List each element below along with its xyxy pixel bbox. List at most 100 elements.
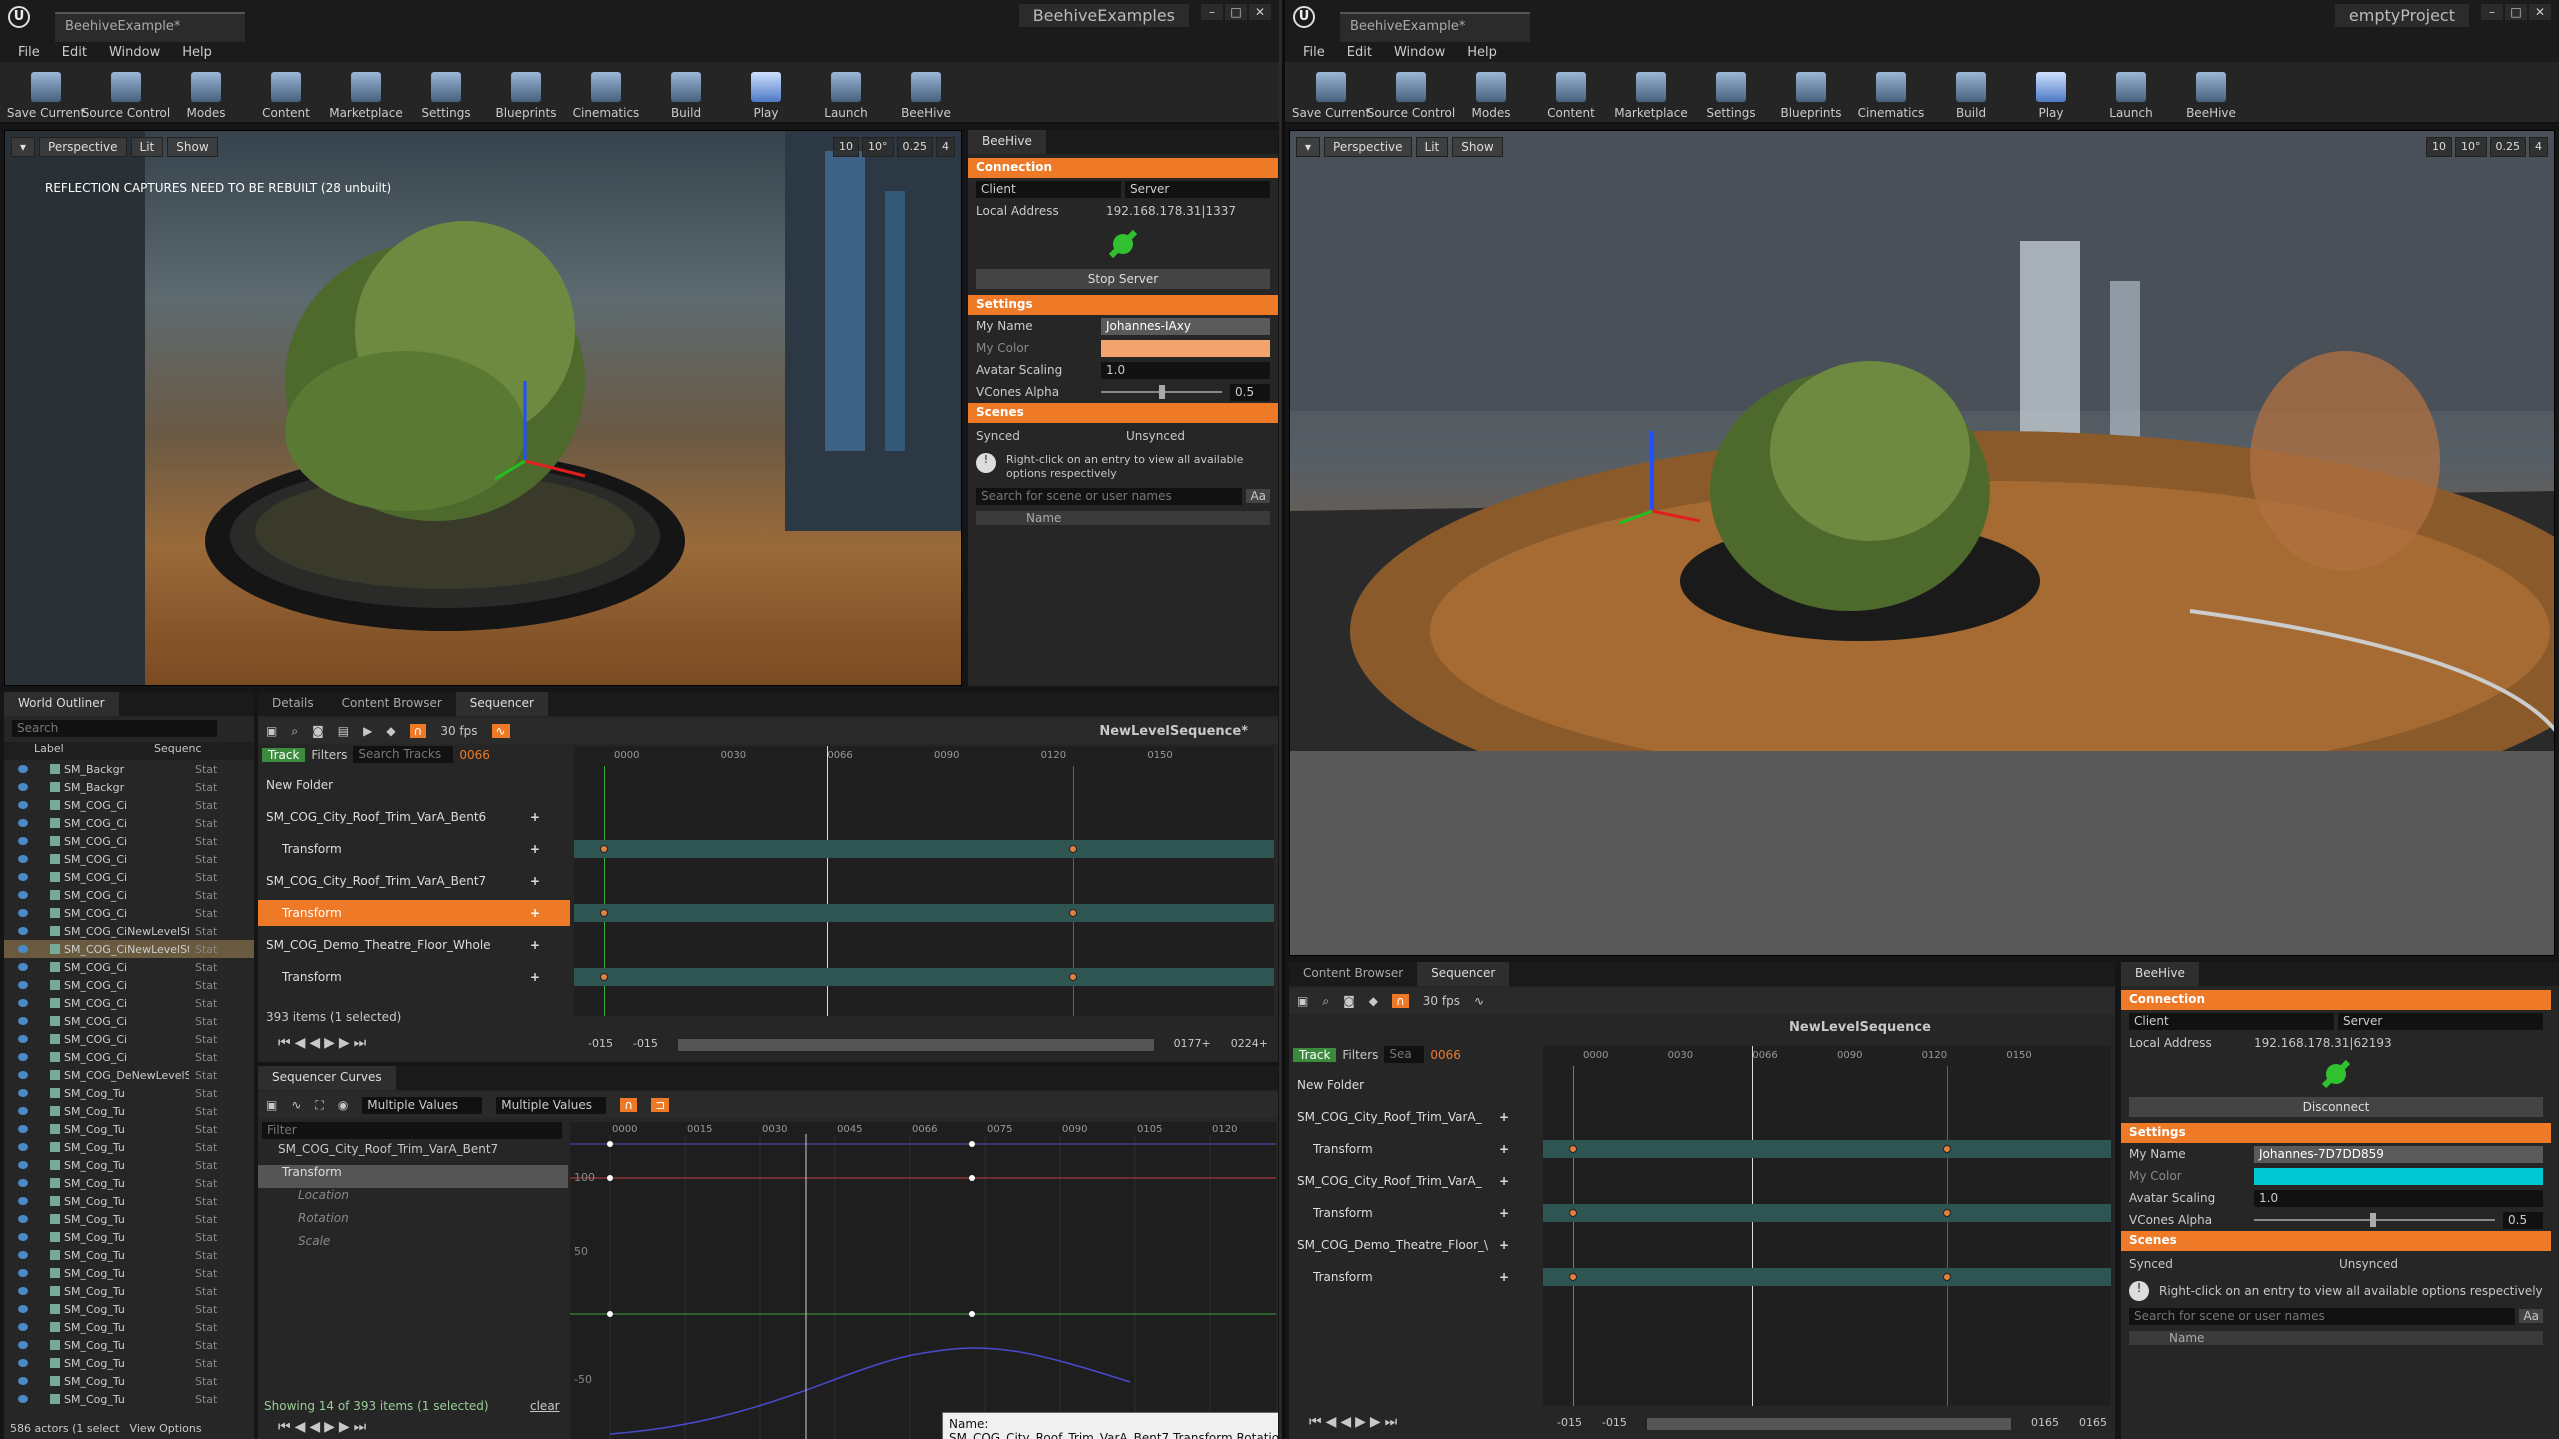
outliner-row[interactable]: SM_Cog_TuStat: [4, 1354, 254, 1372]
search-tracks-input[interactable]: Search Tracks: [353, 746, 454, 763]
disconnect-button[interactable]: Disconnect: [2129, 1097, 2543, 1117]
key-icon[interactable]: ◆: [1369, 994, 1378, 1008]
toolbar-button[interactable]: Source Control: [1367, 62, 1455, 124]
menu-file[interactable]: File: [18, 45, 40, 60]
transform-lane[interactable]: [1543, 1204, 2111, 1222]
visibility-eye-icon[interactable]: [18, 1197, 28, 1205]
toolbar-button[interactable]: Source Control: [82, 62, 170, 124]
track-row[interactable]: Transform +: [258, 900, 570, 926]
vcones-slider-handle[interactable]: [2369, 1213, 2376, 1227]
outliner-row[interactable]: SM_COG_Ci Stat: [4, 994, 254, 1012]
visibility-eye-icon[interactable]: [18, 981, 28, 989]
lit-button[interactable]: Lit: [130, 137, 164, 157]
track-row[interactable]: SM_COG_City_Roof_Trim_VarA_Bent7 +: [258, 868, 570, 894]
curve-transport-controls[interactable]: ⏮◀◀▶▶⏭: [278, 1419, 370, 1435]
toolbar-button[interactable]: Modes: [1451, 62, 1531, 124]
curve-tree-item[interactable]: Transform: [258, 1165, 568, 1188]
outliner-row[interactable]: SM_Cog_TuStat: [4, 1084, 254, 1102]
outliner-row[interactable]: SM_Backgr Stat: [4, 760, 254, 778]
visibility-eye-icon[interactable]: [18, 1395, 28, 1403]
tab-sequencer[interactable]: Sequencer: [1417, 962, 1510, 986]
track-row[interactable]: New Folder: [258, 772, 570, 798]
toolbar-button[interactable]: BeeHive: [886, 62, 966, 124]
menu-edit[interactable]: Edit: [62, 45, 87, 60]
perspective-button[interactable]: Perspective: [1324, 137, 1412, 157]
curve-graph[interactable]: 0000 0015 0030 0045 0066 0075 0090 0105 0120 100 5…: [570, 1122, 1278, 1439]
transform-lane[interactable]: [574, 904, 1274, 922]
outliner-row[interactable]: SM_COG_Ci Stat: [4, 958, 254, 976]
filters-button[interactable]: Filters: [1342, 1048, 1378, 1062]
visibility-eye-icon[interactable]: [18, 1377, 28, 1385]
outliner-row[interactable]: SM_COG_Ci Stat: [4, 850, 254, 868]
vcones-alpha-field[interactable]: 0.5: [2503, 1211, 2543, 1229]
curve-tree-item[interactable]: Scale: [258, 1234, 568, 1257]
server-field[interactable]: Server: [2338, 1012, 2543, 1030]
visibility-eye-icon[interactable]: [18, 765, 28, 773]
vcones-alpha-field[interactable]: 0.5: [1230, 383, 1270, 401]
visibility-eye-icon[interactable]: [18, 927, 28, 935]
toolbar-button[interactable]: Blueprints: [486, 62, 566, 124]
outliner-row[interactable]: SM_Cog_TuStat: [4, 1336, 254, 1354]
track-row[interactable]: SM_COG_Demo_Theatre_Floor_Whole +: [258, 932, 570, 958]
visibility-eye-icon[interactable]: [18, 999, 28, 1007]
key-icon[interactable]: ◆: [386, 724, 395, 738]
outliner-row[interactable]: SM_COG_Ci Stat: [4, 1048, 254, 1066]
curve-editor-icon[interactable]: ∿: [491, 724, 510, 738]
curve-snap-icon[interactable]: ∩: [620, 1098, 638, 1112]
outliner-row[interactable]: SM_COG_CiNewLevelStat Stat: [4, 940, 254, 958]
track-row[interactable]: SM_COG_Demo_Theatre_Floor_\ +: [1289, 1232, 1539, 1258]
curve-key[interactable]: [969, 1311, 975, 1317]
toolbar-button[interactable]: Save Current: [1291, 62, 1371, 124]
current-frame[interactable]: 0066: [1430, 1048, 1461, 1062]
scale-snap-value[interactable]: 0.25: [2489, 137, 2526, 157]
keyframe[interactable]: [1068, 973, 1077, 981]
label-column[interactable]: Label: [4, 742, 154, 760]
fps-dropdown[interactable]: 30 fps: [1423, 994, 1460, 1008]
level-viewport-right[interactable]: ▾ Perspective Lit Show 10 10° 0.25 4: [1289, 130, 2555, 956]
visibility-eye-icon[interactable]: [18, 1287, 28, 1295]
my-name-field[interactable]: Johannes-IAxy: [1101, 317, 1270, 335]
client-field[interactable]: Client: [976, 180, 1121, 198]
outliner-row[interactable]: SM_Backgr Stat: [4, 778, 254, 796]
tab-sequencer[interactable]: Sequencer: [455, 692, 548, 716]
lit-button[interactable]: Lit: [1415, 137, 1449, 157]
keyframe[interactable]: [1943, 1145, 1952, 1153]
outliner-row[interactable]: SM_Cog_TuStat: [4, 1138, 254, 1156]
maximize-icon[interactable]: □: [2505, 4, 2527, 20]
visibility-eye-icon[interactable]: [18, 1089, 28, 1097]
avatar-scaling-field[interactable]: 1.0: [1101, 361, 1270, 379]
curve-tree-item[interactable]: Rotation: [258, 1211, 568, 1234]
curve-interp-icon[interactable]: ∿: [291, 1098, 301, 1112]
synced-tab[interactable]: Synced: [2129, 1257, 2339, 1271]
vcones-slider[interactable]: [2254, 1213, 2495, 1227]
add-track-button[interactable]: Track: [1293, 1047, 1337, 1062]
outliner-row[interactable]: SM_COG_CiNewLevelStat Stat: [4, 922, 254, 940]
tab-world-outliner[interactable]: World Outliner: [4, 692, 119, 716]
keyframe[interactable]: [1068, 845, 1077, 853]
aa-toggle[interactable]: Aa: [1246, 489, 1270, 503]
outliner-row[interactable]: SM_Cog_TuStat: [4, 1264, 254, 1282]
my-name-field[interactable]: Johannes-7D7DD859: [2254, 1145, 2543, 1163]
multi-value-field-2[interactable]: Multiple Values: [496, 1096, 607, 1114]
grid-snap-value[interactable]: 10: [833, 137, 859, 157]
scene-search-input[interactable]: Search for scene or user names: [976, 487, 1243, 505]
visibility-eye-icon[interactable]: [18, 1125, 28, 1133]
range-end[interactable]: 0224+: [1231, 1037, 1268, 1051]
viewport-menu-button[interactable]: ▾: [1296, 137, 1321, 157]
unsynced-tab[interactable]: Unsynced: [2339, 1257, 2398, 1271]
add-key-icon[interactable]: +: [1499, 1174, 1509, 1188]
keyframe[interactable]: [1569, 1145, 1577, 1153]
add-key-icon[interactable]: +: [530, 874, 540, 888]
visibility-eye-icon[interactable]: [18, 1341, 28, 1349]
toolbar-button[interactable]: Marketplace: [326, 62, 406, 124]
outliner-row[interactable]: SM_Cog_TuStat: [4, 1408, 254, 1410]
keyframe[interactable]: [600, 973, 608, 981]
tab-beehive[interactable]: BeeHive: [968, 130, 1046, 154]
tab-sequencer-curves[interactable]: Sequencer Curves: [258, 1066, 396, 1090]
visibility-eye-icon[interactable]: [18, 1251, 28, 1259]
visibility-eye-icon[interactable]: [18, 1323, 28, 1331]
menu-window[interactable]: Window: [1394, 45, 1445, 60]
add-key-icon[interactable]: +: [530, 970, 540, 984]
toolbar-button[interactable]: Settings: [406, 62, 486, 124]
add-key-icon[interactable]: +: [1499, 1238, 1509, 1252]
